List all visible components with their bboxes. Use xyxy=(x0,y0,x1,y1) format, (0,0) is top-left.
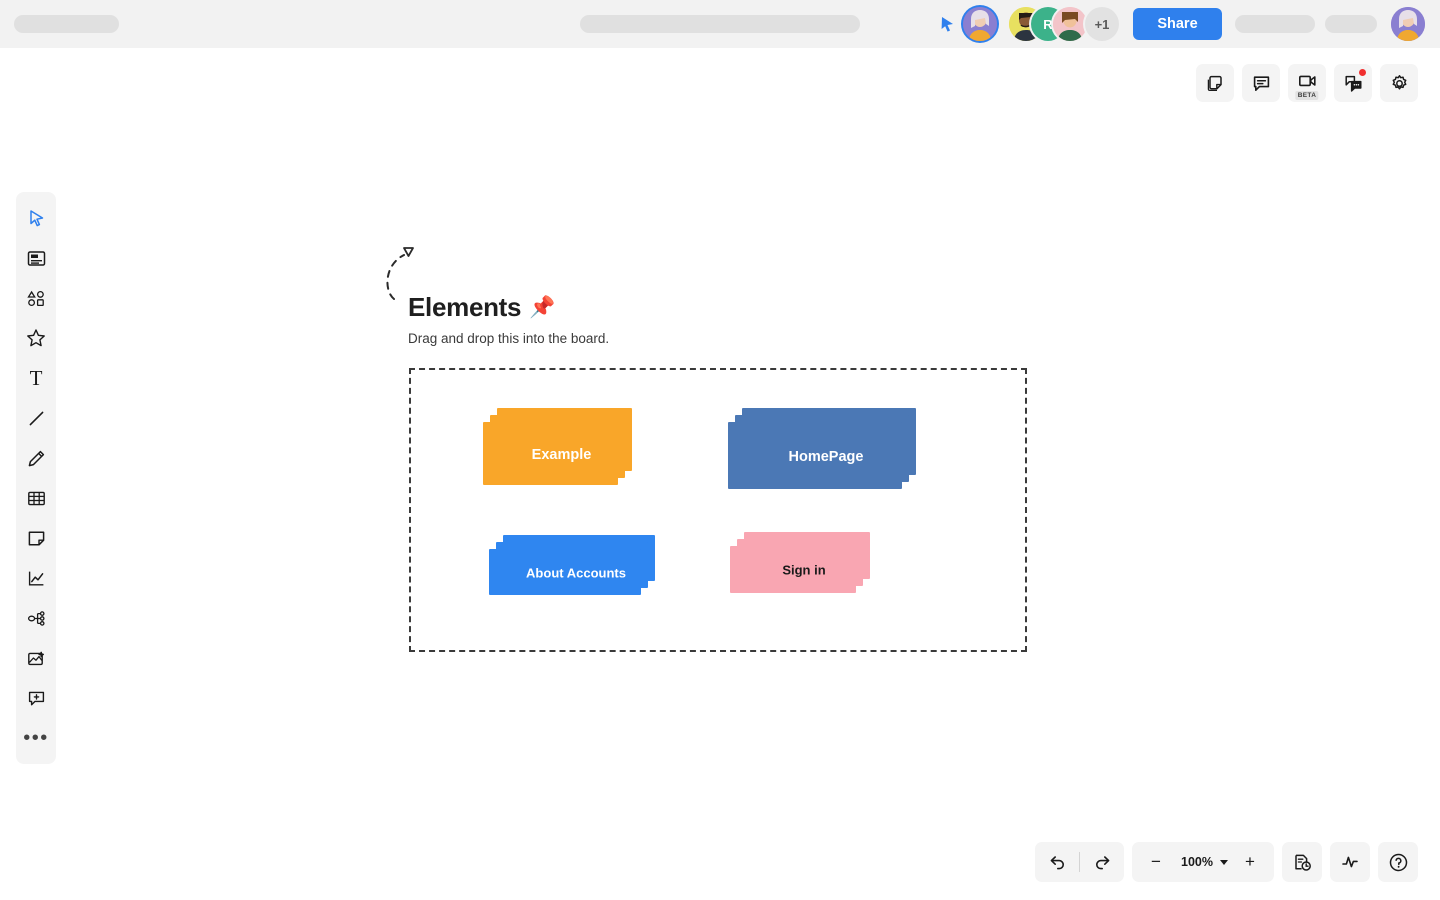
right-placeholder-1[interactable] xyxy=(1235,15,1315,33)
comments-button[interactable] xyxy=(1242,64,1280,102)
document-history-icon xyxy=(1294,854,1311,871)
zoom-group: − 100% + xyxy=(1132,842,1274,882)
star-icon xyxy=(27,329,45,347)
board-title-placeholder[interactable] xyxy=(14,15,119,33)
page-title: Elements xyxy=(408,292,522,322)
activity-button[interactable] xyxy=(1330,842,1370,882)
top-right-toolbar: BETA xyxy=(1196,64,1418,102)
page-subtitle: Drag and drop this into the board. xyxy=(408,331,610,346)
avatar-self[interactable] xyxy=(963,7,997,41)
comment-bubble-icon xyxy=(1253,75,1269,91)
image-tool[interactable] xyxy=(16,638,56,678)
chevron-down-icon xyxy=(1220,859,1228,865)
activity-pulse-icon xyxy=(1342,856,1358,868)
redo-arrow-icon xyxy=(1095,855,1109,869)
bottom-toolbar: − 100% + xyxy=(1035,842,1418,882)
pen-tool[interactable] xyxy=(16,438,56,478)
comment-plus-icon xyxy=(28,691,44,705)
zoom-level-value: 100% xyxy=(1181,855,1213,869)
beta-badge: BETA xyxy=(1295,91,1319,100)
frames-pages-icon xyxy=(1207,75,1222,91)
emoji-tool[interactable] xyxy=(16,318,56,358)
overflow-count: +1 xyxy=(1094,16,1110,32)
help-question-icon xyxy=(1389,853,1407,871)
sticky-note-sign-in[interactable]: Sign in xyxy=(730,532,870,593)
undo-arrow-icon xyxy=(1050,855,1064,869)
avatar-overflow-badge[interactable]: +1 xyxy=(1085,7,1119,41)
undo-button[interactable] xyxy=(1035,842,1079,882)
zoom-in-button[interactable]: + xyxy=(1230,842,1270,882)
sticky-note-icon xyxy=(28,530,44,546)
right-placeholder-2[interactable] xyxy=(1325,15,1377,33)
help-group xyxy=(1378,842,1418,882)
help-button[interactable] xyxy=(1378,842,1418,882)
more-tools[interactable]: ••• xyxy=(16,718,56,758)
mindmap-node-icon xyxy=(27,610,45,626)
chat-bubbles-icon xyxy=(1344,75,1361,92)
shapes-icon xyxy=(26,290,44,306)
pushpin-icon: 📌 xyxy=(529,296,556,319)
center-toolbar-placeholder[interactable] xyxy=(580,15,860,33)
zoom-level-button[interactable]: 100% xyxy=(1176,842,1230,882)
history-group xyxy=(1282,842,1322,882)
text-tool[interactable]: T xyxy=(16,358,56,398)
select-tool[interactable] xyxy=(16,198,56,238)
gear-icon xyxy=(1392,74,1406,90)
text-t-icon: T xyxy=(29,365,43,390)
sticky-note-label: HomePage xyxy=(788,448,864,465)
chart-tool[interactable] xyxy=(16,558,56,598)
sticky-note-tool[interactable] xyxy=(16,518,56,558)
whiteboard-app: R +1 Share T ••• BETA Elements 📌 Drag an… xyxy=(0,0,1440,900)
chat-button[interactable] xyxy=(1334,64,1372,102)
frames-button[interactable] xyxy=(1196,64,1234,102)
avatar-initial: R xyxy=(1043,16,1053,32)
activity-group xyxy=(1330,842,1370,882)
sticky-note-example[interactable]: Example xyxy=(483,408,632,485)
pen-icon xyxy=(28,450,44,466)
image-plus-icon xyxy=(27,651,44,665)
redo-button[interactable] xyxy=(1080,842,1124,882)
undo-redo-group xyxy=(1035,842,1125,882)
line-tool[interactable] xyxy=(16,398,56,438)
shapes-tool[interactable] xyxy=(16,278,56,318)
share-button[interactable]: Share xyxy=(1133,8,1222,40)
avatar-collab-3[interactable] xyxy=(1053,7,1087,41)
video-camera-icon xyxy=(1298,75,1316,86)
left-toolbar: T ••• xyxy=(16,192,56,764)
sticky-note-about-accounts[interactable]: About Accounts xyxy=(489,535,655,595)
avatar-account[interactable] xyxy=(1391,7,1425,41)
line-chart-icon xyxy=(28,571,43,586)
zoom-out-button[interactable]: − xyxy=(1136,842,1176,882)
cursor-arrow-icon xyxy=(29,209,43,226)
video-button[interactable]: BETA xyxy=(1288,64,1326,102)
table-grid-icon xyxy=(27,491,45,505)
table-tool[interactable] xyxy=(16,478,56,518)
ellipsis-icon: ••• xyxy=(23,727,49,749)
cursor-pointer-icon[interactable] xyxy=(938,15,956,33)
history-button[interactable] xyxy=(1282,842,1322,882)
sticky-note-label: Sign in xyxy=(782,562,826,578)
mindmap-tool[interactable] xyxy=(16,598,56,638)
sticky-note-label: Example xyxy=(531,446,592,463)
templates-tool[interactable] xyxy=(16,238,56,278)
template-card-icon xyxy=(27,250,45,266)
notification-dot xyxy=(1359,69,1366,76)
settings-button[interactable] xyxy=(1380,64,1418,102)
comment-tool[interactable] xyxy=(16,678,56,718)
top-bar: R +1 Share xyxy=(0,0,1440,48)
sticky-note-homepage[interactable]: HomePage xyxy=(728,408,916,489)
sticky-note-label: About Accounts xyxy=(526,565,626,581)
page-title-row: Elements 📌 xyxy=(408,292,555,323)
line-icon xyxy=(29,411,43,425)
